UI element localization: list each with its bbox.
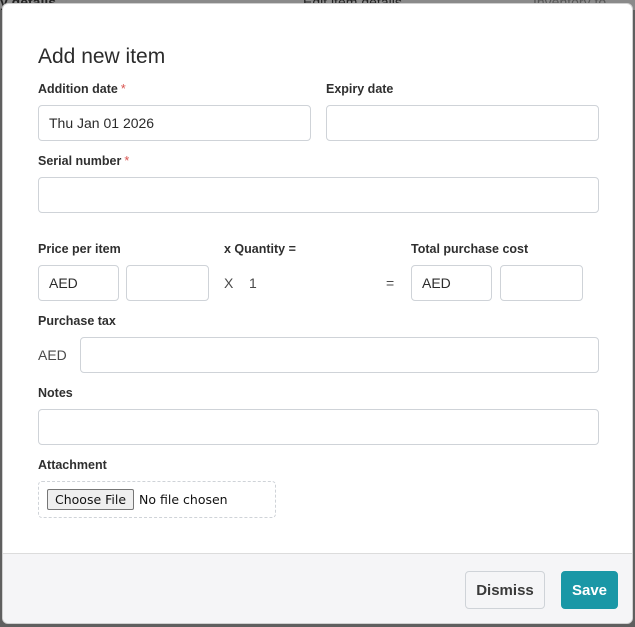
quantity-value: 1 bbox=[249, 275, 257, 291]
required-marker: * bbox=[120, 82, 126, 96]
expiry-date-label: Expiry date bbox=[326, 82, 394, 96]
serial-number-input[interactable] bbox=[38, 177, 599, 213]
notes-input[interactable] bbox=[38, 409, 599, 445]
multiply-operator: X bbox=[224, 275, 234, 291]
addition-date-label: Addition date * bbox=[38, 82, 126, 96]
serial-number-label: Serial number * bbox=[38, 154, 130, 168]
expiry-date-input[interactable] bbox=[326, 105, 599, 141]
addition-date-input[interactable]: Thu Jan 01 2026 bbox=[38, 105, 311, 141]
total-purchase-cost-input[interactable] bbox=[500, 265, 583, 301]
file-status-text: No file chosen bbox=[139, 492, 228, 507]
price-per-item-label: Price per item bbox=[38, 242, 121, 256]
add-item-dialog: Add new item Addition date * Thu Jan 01 2… bbox=[2, 3, 633, 624]
notes-label: Notes bbox=[38, 386, 73, 400]
dialog-footer: Dismiss Save bbox=[3, 553, 632, 623]
attachment-file-input[interactable]: Choose File No file chosen bbox=[38, 481, 276, 518]
dismiss-button[interactable]: Dismiss bbox=[465, 571, 545, 609]
price-per-item-input[interactable] bbox=[126, 265, 209, 301]
equals-operator: = bbox=[386, 275, 395, 291]
choose-file-button[interactable]: Choose File bbox=[47, 489, 135, 510]
total-purchase-cost-label: Total purchase cost bbox=[411, 242, 529, 256]
purchase-tax-input[interactable] bbox=[80, 337, 599, 373]
total-currency-field[interactable]: AED bbox=[411, 265, 492, 301]
quantity-label: x Quantity = bbox=[224, 242, 296, 256]
purchase-tax-label: Purchase tax bbox=[38, 314, 116, 328]
price-currency-field[interactable]: AED bbox=[38, 265, 119, 301]
save-button[interactable]: Save bbox=[561, 571, 618, 609]
attachment-label: Attachment bbox=[38, 458, 107, 472]
required-marker: * bbox=[124, 154, 130, 168]
purchase-tax-currency: AED bbox=[38, 347, 67, 363]
dialog-title: Add new item bbox=[38, 45, 166, 68]
